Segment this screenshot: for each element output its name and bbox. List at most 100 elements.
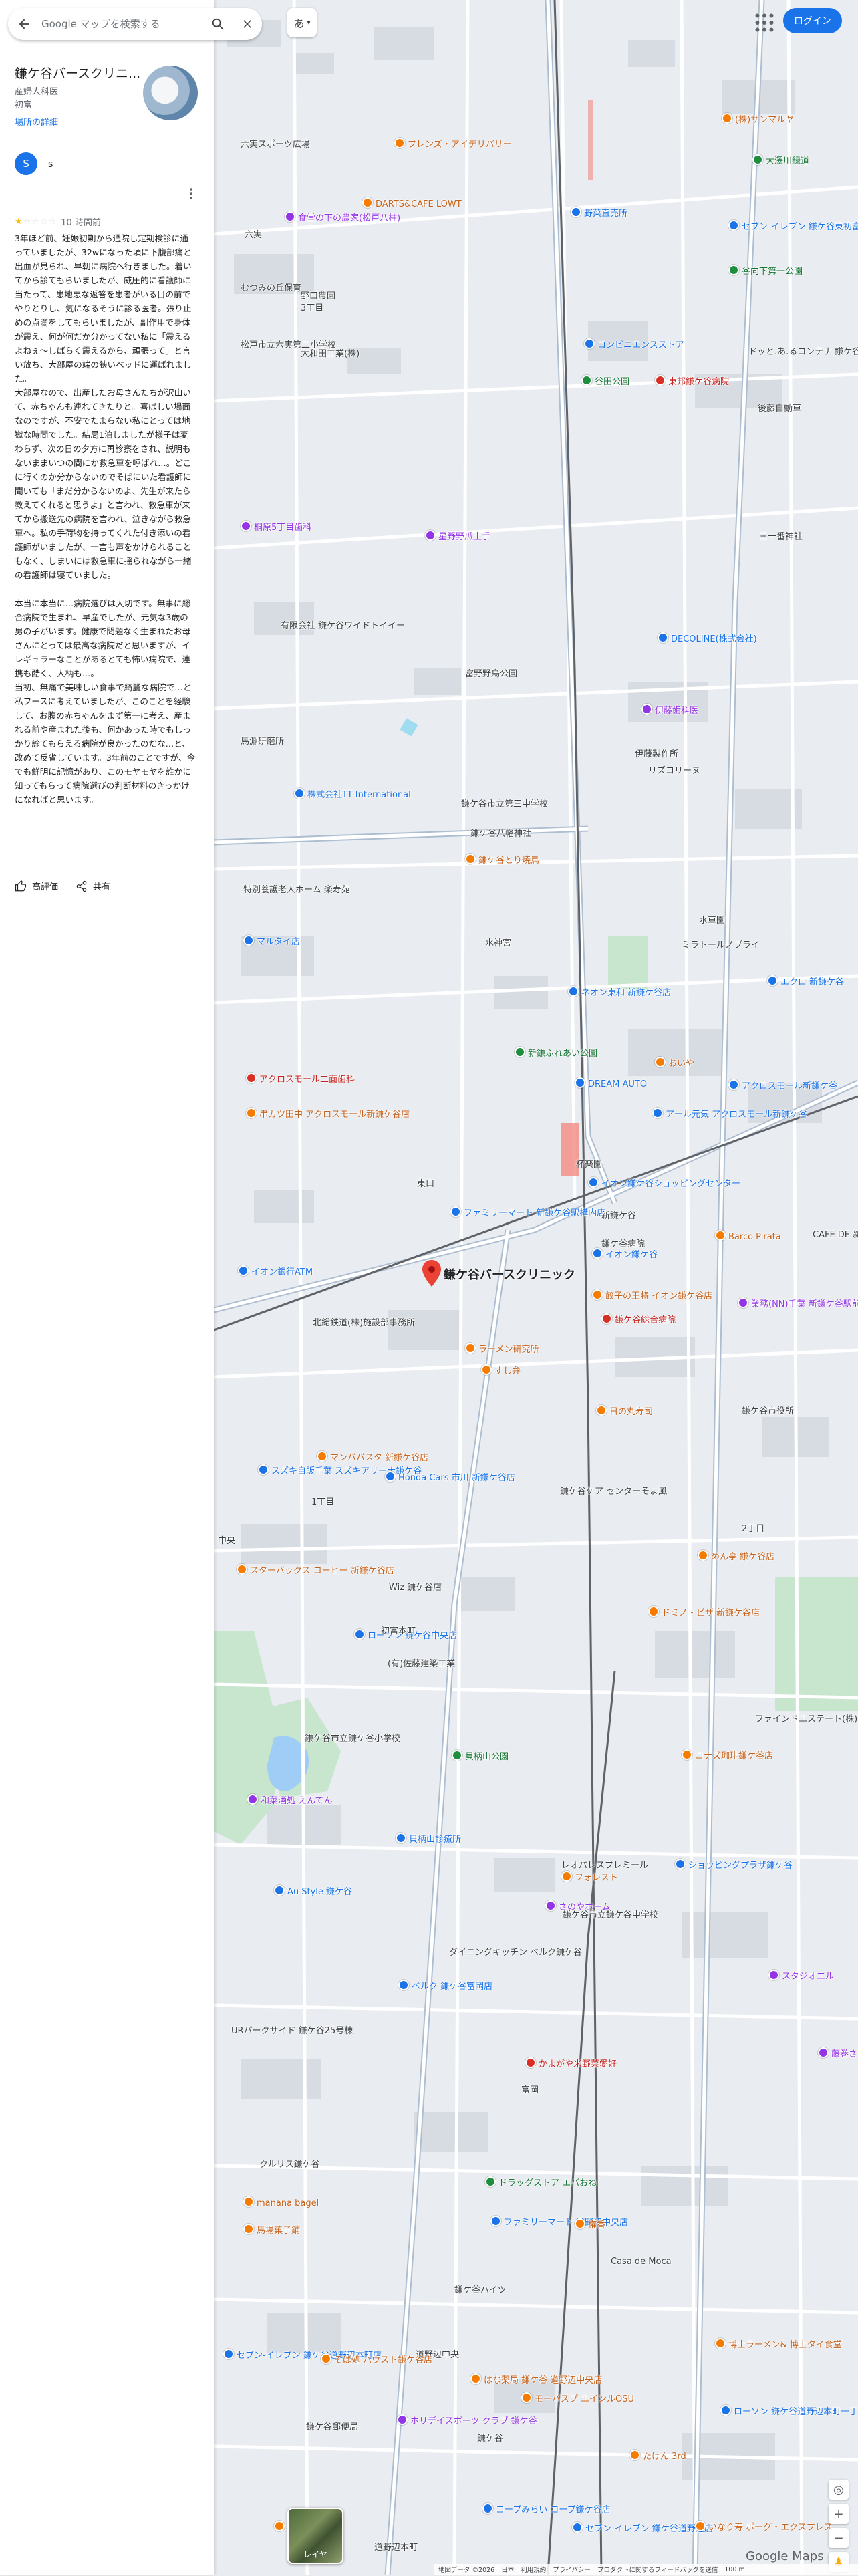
map-label[interactable]: DARTS&CAFE LOWT	[362, 197, 462, 209]
map-label[interactable]: Honda Cars 市川 新鎌ケ谷店	[385, 1470, 515, 1483]
map-label[interactable]: いなり寿 ポーグ・エクスプレス	[695, 2520, 833, 2533]
map-label[interactable]: コンビニエンスストア	[584, 338, 684, 350]
map-label[interactable]: 新鎌ふれあい公園	[515, 1046, 597, 1059]
map-label[interactable]: ドッと.あ.るコンテナ 鎌ケ谷初富店	[748, 344, 858, 357]
scale-label[interactable]: 100 m	[724, 2566, 744, 2573]
map-label[interactable]: DECOLINE(株式会社)	[658, 632, 757, 644]
map-label[interactable]: Wiz 鎌ケ谷店	[389, 1580, 442, 1593]
map-label[interactable]: 谷田公園	[581, 374, 629, 387]
map-label[interactable]: manana bagel	[243, 2196, 319, 2208]
map-label[interactable]: セブン-イレブン 鎌ケ谷東初富6丁目店	[728, 219, 858, 232]
map-label[interactable]: 鎌ケ谷郵便局	[306, 2420, 358, 2432]
map-label[interactable]: ドラッグストア エバおね	[485, 2176, 597, 2188]
zoom-in-button[interactable]: +	[829, 2504, 849, 2524]
map-label[interactable]: 串カツ田中 アクロスモール新鎌ケ谷店	[246, 1107, 410, 1120]
map-label[interactable]: Casa de Moca	[611, 2257, 672, 2267]
map-label[interactable]: コナズ珈琲鎌ケ谷店	[682, 1749, 773, 1761]
map-label[interactable]: 富岡	[521, 2083, 539, 2095]
map-label[interactable]: ファインドエステート(株)	[755, 1712, 857, 1724]
map-label[interactable]: ホリデイスポーツ クラブ 鎌ケ谷	[397, 2414, 537, 2426]
map-label[interactable]: 博士ラーメン& 博士タイ食堂	[715, 2337, 842, 2350]
helpful-button[interactable]: 高評価	[15, 880, 58, 892]
map-label[interactable]: クルリス鎌ケ谷	[259, 2157, 320, 2170]
terms-link[interactable]: 利用規約	[521, 2565, 546, 2574]
map-label[interactable]: セブン-イレブン 鎌ケ谷道野辺店	[572, 2521, 713, 2534]
selected-place-label[interactable]: 鎌ケ谷バースクリニック	[444, 1265, 575, 1283]
map-label[interactable]: 中央	[218, 1533, 235, 1546]
map-label[interactable]: 食堂の下の農家(松戸八柱)	[285, 211, 400, 223]
close-button[interactable]	[233, 9, 262, 39]
map-label[interactable]: ファミリーマート 新鎌ケ谷駅構内店	[450, 1206, 605, 1218]
map-label[interactable]: DREAM AUTO	[575, 1077, 647, 1089]
map-label[interactable]: レオパレスプレミール	[561, 1858, 648, 1871]
map-label[interactable]: Barco Pirata	[715, 1230, 781, 1242]
map-label[interactable]: 杯楽園	[576, 1157, 602, 1170]
map-label[interactable]: 和菜酒処 えんてん	[247, 1793, 332, 1806]
map-label[interactable]: 東口	[417, 1176, 434, 1189]
map-label[interactable]: イオン鎌ケ谷	[592, 1247, 658, 1260]
place-photo[interactable]	[143, 66, 198, 120]
map-label[interactable]: スタジオエル	[768, 1969, 834, 1982]
map-label[interactable]: 1丁目	[311, 1495, 334, 1507]
map-label[interactable]: 3丁目	[301, 301, 323, 313]
map-label[interactable]: 馬場菓子鋪	[243, 2223, 300, 2236]
map-label[interactable]: 鎌ケ谷とり焼鳥	[465, 853, 539, 866]
map-label[interactable]: 大和田工業(株)	[301, 346, 360, 359]
map-label[interactable]: 初富本町	[381, 1624, 416, 1636]
map-label[interactable]: エクロ 新鎌ケ谷	[767, 975, 844, 987]
country-link[interactable]: 日本	[501, 2565, 514, 2574]
map-label[interactable]: ファミリーマート 道野辺中央店	[490, 2215, 628, 2228]
map-label[interactable]: 六実	[245, 227, 262, 240]
map-label[interactable]: 鎌ケ谷	[477, 2431, 503, 2444]
map-label[interactable]: おいや	[655, 1056, 694, 1069]
map-label[interactable]: めん亭 鎌ケ谷店	[698, 1549, 774, 1562]
map-label[interactable]: そば処 ハウスト鎌ケ谷店	[321, 2353, 432, 2365]
layer-switcher-button[interactable]: レイヤ	[287, 2508, 343, 2564]
map-label[interactable]: 道野辺本町	[374, 2540, 418, 2553]
map-label[interactable]: 日の丸寿司	[596, 1404, 653, 1417]
map-label[interactable]: 鎌ケ谷市立第三中学校	[461, 797, 548, 809]
map-label[interactable]: ローソン 鎌ケ谷道野辺本町一丁目店	[720, 2404, 858, 2417]
map-label[interactable]: はな薬局 鎌ケ谷 道野辺中央店	[470, 2373, 602, 2386]
map-label[interactable]: URパークサイド 鎌ケ谷25号棟	[231, 2023, 353, 2036]
map-label[interactable]: 鎌ケ谷市立鎌ケ谷小学校	[305, 1731, 400, 1744]
zoom-out-button[interactable]: −	[829, 2528, 849, 2548]
map-label[interactable]: 野菜直売所	[571, 206, 627, 219]
apps-grid-icon[interactable]	[752, 11, 776, 35]
map-label[interactable]: 鎌ケ谷総合病院	[601, 1313, 676, 1325]
map-label[interactable]: プレンズ・アイデリバリー	[394, 137, 512, 150]
map-label[interactable]: 伊藤製作所	[635, 747, 678, 759]
map-label[interactable]: Au Style 鎌ケ谷	[274, 1884, 352, 1897]
map-label[interactable]: アクロスモール新鎌ケ谷	[728, 1079, 837, 1091]
map-label[interactable]: アール元気 アクロスモール新鎌ケ谷	[652, 1107, 807, 1120]
search-input[interactable]	[37, 17, 203, 31]
reviewer-name[interactable]: s	[48, 159, 53, 170]
map-label[interactable]: 伊藤歯科医	[641, 703, 698, 716]
map-label[interactable]: 権香	[575, 2218, 605, 2230]
map-label[interactable]: 水車園	[699, 913, 725, 926]
map-label[interactable]: 株式会社TT International	[294, 787, 411, 800]
map-label[interactable]: (有)佐藤建築工業	[388, 1656, 455, 1669]
map-label[interactable]: 鎌ケ谷ハイツ	[454, 2283, 507, 2295]
map-label[interactable]: 藤巻さいとらんち	[818, 2047, 858, 2059]
my-location-button[interactable]: ◎	[829, 2480, 849, 2500]
map-label[interactable]: むつみの丘保育	[241, 281, 301, 293]
map-label[interactable]: 馬淵研磨所	[241, 734, 284, 747]
map-label[interactable]: 貝柄山公園	[452, 1749, 509, 1762]
selected-place-pin-icon[interactable]	[422, 1260, 441, 1287]
map-label[interactable]: (株)サンマルヤ	[722, 112, 794, 125]
map-label[interactable]: 桐原5丁目歯科	[241, 520, 311, 533]
map-label[interactable]: 有限会社 鎌ケ谷ワイドトイイー	[281, 618, 405, 631]
back-button[interactable]	[11, 11, 37, 37]
privacy-link[interactable]: プライバシー	[553, 2565, 591, 2574]
map-label[interactable]: マンパパスタ 新鎌ケ谷店	[317, 1450, 428, 1463]
map-label[interactable]: 水神宮	[485, 936, 511, 948]
input-tools-button[interactable]: あ ▾	[287, 8, 317, 37]
map-label[interactable]: ラーメン研究所	[465, 1342, 539, 1355]
map-canvas[interactable]: (株)サンマルヤ 大澤川緑道 六実スポーツ広場 プレンズ・アイデリバリー DARTS&C…	[214, 0, 858, 2575]
map-label[interactable]: スターバックス コーヒー 新鎌ケ谷店	[237, 1563, 394, 1576]
map-label[interactable]: 野口農園	[301, 289, 335, 301]
map-label[interactable]: かまがや米野菜愛好	[525, 2057, 617, 2069]
map-label[interactable]: 後藤自動車	[758, 401, 801, 414]
map-label[interactable]: 新鎌ケ谷	[601, 1208, 636, 1221]
